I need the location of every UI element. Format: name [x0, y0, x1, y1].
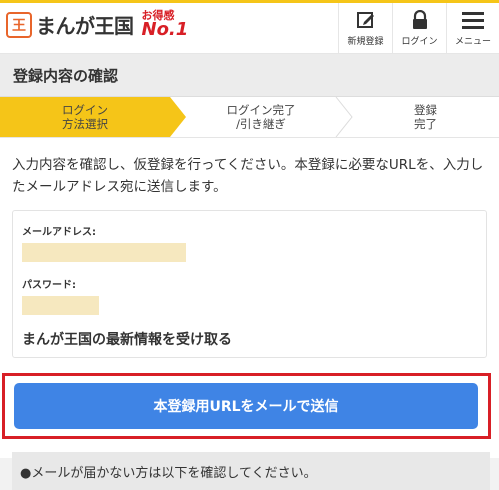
promo-badge: お得感 No.1	[142, 10, 189, 39]
edit-icon	[356, 9, 376, 31]
site-logo[interactable]: 王 まんが王国 お得感 No.1	[6, 10, 188, 39]
newsletter-option: まんが王国の最新情報を受け取る	[22, 332, 232, 348]
intro-text: 入力内容を確認し、仮登録を行ってください。本登録に必要なURLを、入力したメール…	[12, 157, 484, 195]
step-registration-complete: 登録 完了	[352, 97, 499, 137]
email-value	[22, 243, 186, 262]
login-button[interactable]: ログイン	[392, 3, 446, 53]
email-label: メールアドレス:	[22, 227, 96, 238]
menu-label: メニュー	[454, 37, 491, 47]
step-2-line1: ログイン完了	[226, 103, 296, 117]
lock-icon	[411, 9, 429, 31]
menu-button[interactable]: メニュー	[446, 3, 499, 53]
login-label: ログイン	[401, 37, 438, 47]
password-value	[22, 296, 99, 315]
submit-highlight-frame: 本登録用URLをメールで送信	[2, 373, 491, 439]
step-2-line2: /引き継ぎ	[236, 117, 286, 131]
step-3-line1: 登録	[414, 103, 437, 117]
step-1-line1: ログイン	[62, 103, 108, 117]
logo-text: まんが王国	[36, 14, 134, 38]
confirmation-card: メールアドレス: パスワード: まんが王国の最新情報を受け取る	[12, 210, 487, 358]
password-label: パスワード:	[22, 280, 76, 291]
badge-big-text: No.1	[141, 19, 189, 40]
send-registration-url-button[interactable]: 本登録用URLをメールで送信	[14, 383, 478, 429]
register-label: 新規登録	[347, 37, 384, 47]
register-button[interactable]: 新規登録	[338, 3, 392, 53]
menu-icon	[462, 9, 484, 31]
logo-mark-icon: 王	[6, 11, 32, 38]
progress-steps: ログイン 方法選択 ログイン完了/引き継ぎ 登録 完了	[0, 97, 499, 138]
mail-help-notice: ●メールが届かない方は以下を確認してください。	[12, 452, 490, 490]
header: 王 まんが王国 お得感 No.1 新規登録 ログイン メニュー	[0, 3, 499, 54]
page-title: 登録内容の確認	[0, 54, 499, 97]
step-3-line2: 完了	[414, 117, 437, 131]
step-login-complete: ログイン完了/引き継ぎ	[186, 97, 336, 137]
step-login-method: ログイン 方法選択	[0, 97, 170, 137]
step-1-line2: 方法選択	[62, 117, 108, 131]
